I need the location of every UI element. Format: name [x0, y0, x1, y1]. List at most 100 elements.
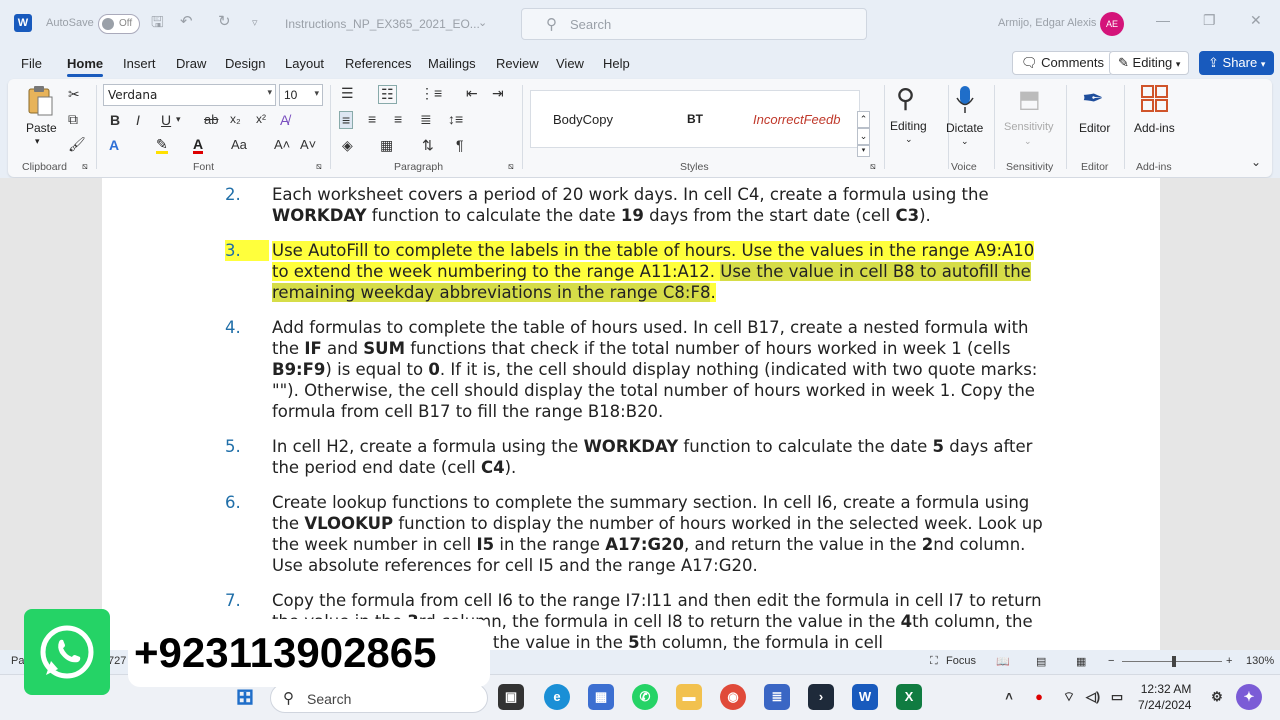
paste-icon[interactable] [26, 85, 54, 117]
store-icon[interactable]: ▦ [588, 684, 614, 710]
tab-insert[interactable]: Insert [123, 56, 156, 71]
styles-more-icon[interactable]: ▾ [857, 145, 870, 157]
collapse-ribbon-icon[interactable]: ⌄ [1251, 155, 1261, 169]
pilcrow-icon[interactable]: ¶ [456, 137, 464, 153]
customize-qat-icon[interactable]: ▿ [252, 16, 258, 29]
tab-mailings[interactable]: Mailings [428, 56, 476, 71]
edge-icon[interactable]: e [544, 684, 570, 710]
paste-chevron-icon[interactable]: ▾ [35, 136, 40, 147]
print-layout-icon[interactable]: ▤ [1036, 655, 1046, 668]
autosave-toggle[interactable]: Off [98, 14, 140, 34]
comments-button[interactable]: 🗨 Comments [1012, 51, 1113, 75]
font-size-select[interactable]: 10 ▾ [279, 84, 323, 106]
wifi-icon[interactable]: ⌔ [1056, 684, 1082, 710]
minimize-icon[interactable]: — [1156, 12, 1170, 28]
taskbar-search[interactable]: ⚲ Search [270, 683, 488, 713]
italic-icon[interactable]: I [136, 112, 140, 128]
clipboard-launcher-icon[interactable]: ⧅ [82, 161, 88, 172]
editing-label[interactable]: Editing [890, 119, 927, 133]
tab-layout[interactable]: Layout [285, 56, 324, 71]
font-name-select[interactable]: Verdana ▾ [103, 84, 276, 106]
page-indicator[interactable]: Pa [11, 655, 24, 667]
multilevel-list-icon[interactable]: ⋮≡ [420, 85, 442, 102]
editor-button-label[interactable]: Editor [1079, 121, 1110, 135]
close-icon[interactable]: ✕ [1250, 12, 1262, 29]
redo-icon[interactable]: ↻ [218, 12, 231, 30]
tab-draw[interactable]: Draw [176, 56, 206, 71]
bullets-icon[interactable]: ☰ [341, 85, 354, 102]
change-case-icon[interactable]: Aa [231, 137, 247, 152]
styles-down-icon[interactable]: ⌄ [857, 128, 870, 145]
word-taskbar-icon[interactable]: W [852, 684, 878, 710]
zoom-slider-thumb[interactable] [1172, 656, 1176, 667]
microphone-icon[interactable] [956, 85, 974, 115]
web-layout-icon[interactable]: ▦ [1076, 655, 1086, 668]
font-color-icon[interactable]: A [193, 137, 204, 154]
editing-chevron-icon[interactable]: ⌄ [905, 134, 913, 145]
tab-help[interactable]: Help [603, 56, 630, 71]
editor-icon[interactable]: ✒ [1082, 83, 1104, 114]
undo-icon[interactable]: ↶ [180, 12, 193, 30]
zoom-level[interactable]: 130% [1246, 655, 1274, 667]
add-ins-button-label[interactable]: Add-ins [1134, 121, 1175, 135]
dictate-chevron-icon[interactable]: ⌄ [961, 136, 969, 147]
file-explorer-icon[interactable]: ▬ [676, 684, 702, 710]
increase-indent-icon[interactable]: ⇥ [492, 85, 504, 102]
search-box[interactable]: ⚲ Search [521, 8, 867, 40]
document-title[interactable]: Instructions_NP_EX365_2021_EO... [285, 17, 480, 31]
justify-icon[interactable]: ≣ [420, 111, 432, 128]
volume-icon[interactable]: ◁) [1080, 684, 1106, 710]
style-incorrect-feedback[interactable]: IncorrectFeedb [753, 112, 853, 127]
sort-icon[interactable]: ⇅ [422, 137, 434, 154]
tab-design[interactable]: Design [225, 56, 265, 71]
paste-label[interactable]: Paste [26, 121, 57, 135]
focus-icon[interactable]: ⛶ [930, 655, 938, 668]
underline-icon[interactable]: U [161, 112, 171, 128]
task-view-icon[interactable]: ▣ [498, 684, 524, 710]
terminal-icon[interactable]: › [808, 684, 834, 710]
subscript-icon[interactable]: x₂ [230, 112, 241, 126]
styles-up-icon[interactable]: ⌃ [857, 111, 870, 128]
focus-button[interactable]: Focus [946, 655, 976, 667]
strikethrough-icon[interactable]: ab [204, 112, 218, 127]
styles-launcher-icon[interactable]: ⧅ [870, 161, 876, 172]
tab-review[interactable]: Review [496, 56, 539, 71]
read-mode-icon[interactable]: 📖 [996, 655, 1010, 668]
decrease-indent-icon[interactable]: ⇤ [466, 85, 478, 102]
copy-icon[interactable]: ⧉ [68, 111, 78, 128]
text-effects-icon[interactable]: A [109, 137, 119, 153]
chrome-icon[interactable]: ◉ [720, 684, 746, 710]
tab-view[interactable]: View [556, 56, 584, 71]
highlight-icon[interactable]: ✎ [156, 137, 168, 154]
add-ins-icon[interactable] [1141, 85, 1169, 113]
system-clock[interactable]: 12:32 AM 7/24/2024 [1138, 681, 1191, 713]
line-spacing-icon[interactable]: ↕≡ [448, 111, 463, 127]
grow-font-icon[interactable]: A˄ [274, 137, 290, 152]
style-bt[interactable]: BT [687, 112, 703, 126]
record-icon[interactable]: ● [1026, 684, 1052, 710]
battery-icon[interactable]: ▭ [1104, 684, 1130, 710]
zoom-out-icon[interactable]: − [1108, 655, 1114, 667]
zoom-in-icon[interactable]: + [1226, 655, 1232, 667]
title-chevron-icon[interactable]: ⌄ [478, 16, 487, 29]
align-right-icon[interactable]: ≡ [394, 111, 402, 127]
editing-mode-button[interactable]: ✎ Editing ▾ [1109, 51, 1190, 75]
whatsapp-taskbar-icon[interactable]: ✆ [632, 684, 658, 710]
show-hidden-icons-icon[interactable]: ˄ [996, 684, 1022, 710]
bold-icon[interactable]: B [110, 112, 120, 128]
format-painter-icon[interactable]: 🖌 [68, 136, 86, 153]
shrink-font-icon[interactable]: A˅ [300, 137, 316, 152]
document-page[interactable]: 2. Each worksheet covers a period of 20 … [102, 178, 1160, 650]
tab-references[interactable]: References [345, 56, 411, 71]
notepad-icon[interactable]: ≣ [764, 684, 790, 710]
cut-icon[interactable]: ✂ [68, 86, 80, 103]
borders-icon[interactable]: ▦ [380, 137, 393, 154]
superscript-icon[interactable]: x² [256, 112, 266, 126]
paragraph-launcher-icon[interactable]: ⧅ [508, 161, 514, 172]
align-center-icon[interactable]: ≡ [368, 111, 376, 127]
underline-chevron-icon[interactable]: ▾ [176, 114, 181, 125]
dictate-label[interactable]: Dictate [946, 121, 983, 135]
avatar[interactable]: AE [1100, 12, 1124, 36]
notifications-icon[interactable]: ⚙ [1204, 684, 1230, 710]
tab-file[interactable]: File [21, 56, 42, 71]
